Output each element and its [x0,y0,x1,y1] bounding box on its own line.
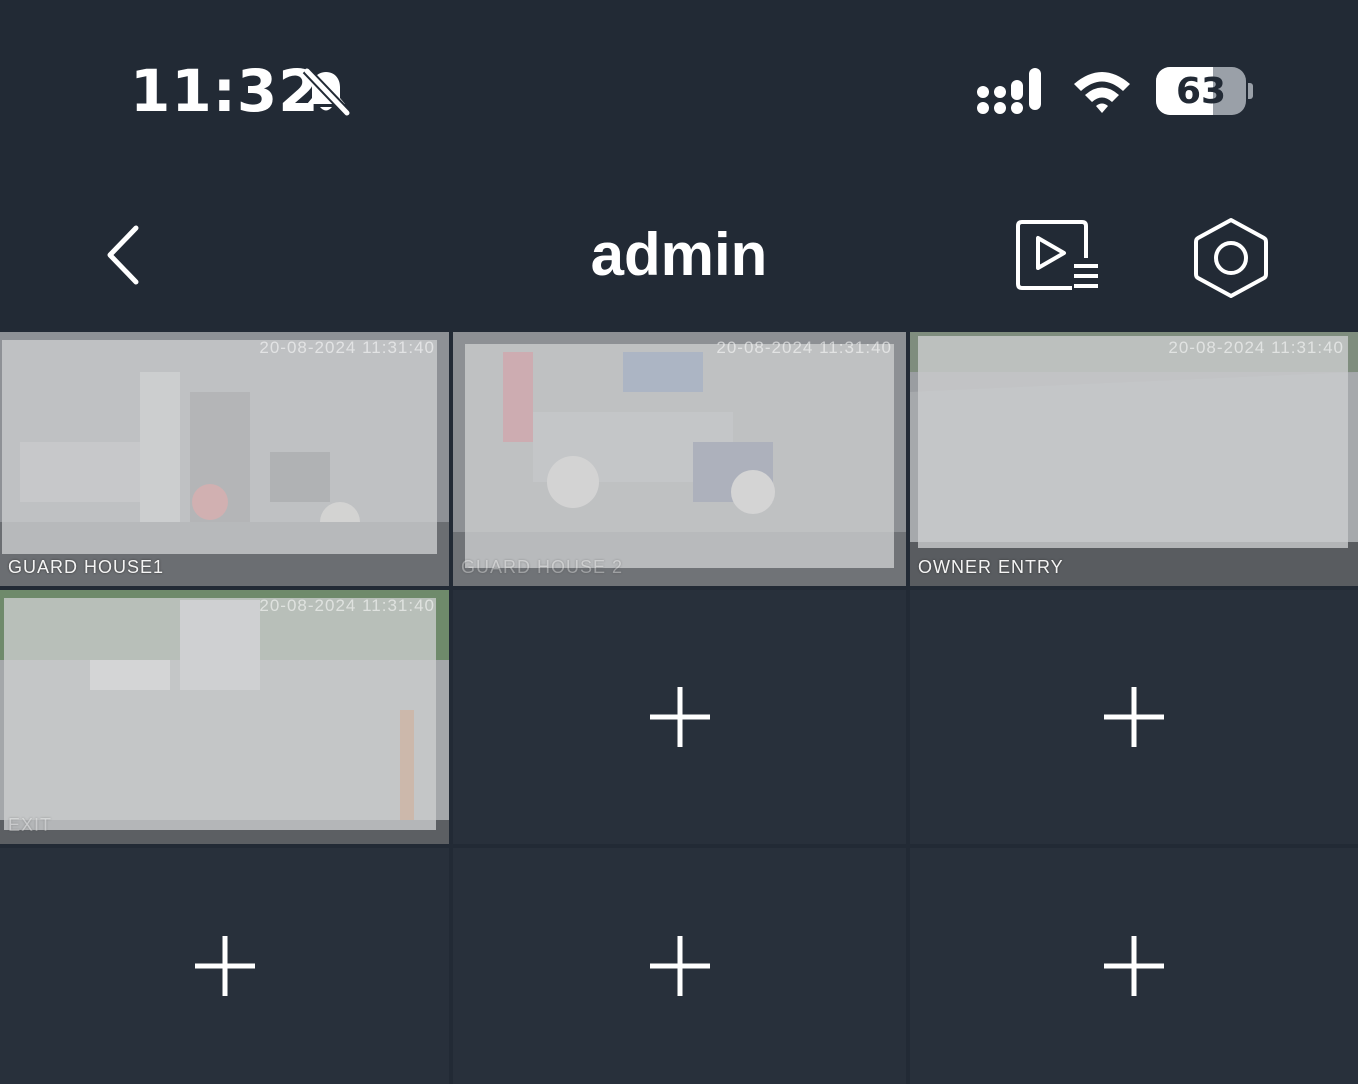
plus-icon [194,936,255,996]
camera-label: OWNER ENTRY [918,557,1064,577]
plus-icon [649,687,710,747]
camera-timestamp: 20-08-2024 11:31:40 [259,596,435,615]
cellular-signal-icon [977,68,1041,114]
camera-tile-guard-house-1[interactable]: 20-08-2024 11:31:40 GUARD HOUSE1 [0,332,449,586]
camera-grid: 20-08-2024 11:31:40 GUARD HOUSE1 20-08-2… [0,332,1358,1084]
playback-list-icon[interactable] [1014,218,1100,292]
camera-timestamp: 20-08-2024 11:31:40 [259,338,435,357]
camera-feed: 20-08-2024 11:31:40 EXIT [0,590,449,844]
add-camera-slot[interactable] [910,590,1358,844]
add-camera-slot[interactable] [453,590,906,844]
battery-icon: 63 [1156,67,1246,115]
wifi-icon [1074,72,1130,113]
bell-slash-icon [302,66,352,118]
battery-percent: 63 [1175,70,1227,112]
camera-label: GUARD HOUSE 2 [461,557,624,577]
add-camera-slot[interactable] [453,848,906,1084]
camera-feed: 20-08-2024 11:31:40 OWNER ENTRY [910,332,1358,586]
status-bar: 11:32 63 [0,0,1358,180]
camera-feed: 20-08-2024 11:31:40 GUARD HOUSE1 [0,332,449,586]
camera-label: GUARD HOUSE1 [8,557,165,577]
add-camera-slot[interactable] [0,848,449,1084]
camera-timestamp: 20-08-2024 11:31:40 [1168,338,1344,357]
nav-bar: admin [0,190,1358,320]
plus-icon [1104,936,1164,996]
camera-label: EXIT [8,815,53,835]
settings-hexagon-icon[interactable] [1192,216,1270,300]
plus-icon [649,936,710,996]
camera-feed: 20-08-2024 11:31:40 GUARD HOUSE 2 [453,332,906,586]
page-title: admin [590,221,768,288]
add-camera-slot[interactable] [910,848,1358,1084]
status-time: 11:32 [130,57,320,125]
battery-cap [1248,83,1253,99]
plus-icon [1104,687,1164,747]
camera-timestamp: 20-08-2024 11:31:40 [716,338,892,357]
camera-tile-exit[interactable]: 20-08-2024 11:31:40 EXIT [0,590,449,844]
camera-tile-guard-house-2[interactable]: 20-08-2024 11:31:40 GUARD HOUSE 2 [453,332,906,586]
camera-tile-owner-entry[interactable]: 20-08-2024 11:31:40 OWNER ENTRY [910,332,1358,586]
